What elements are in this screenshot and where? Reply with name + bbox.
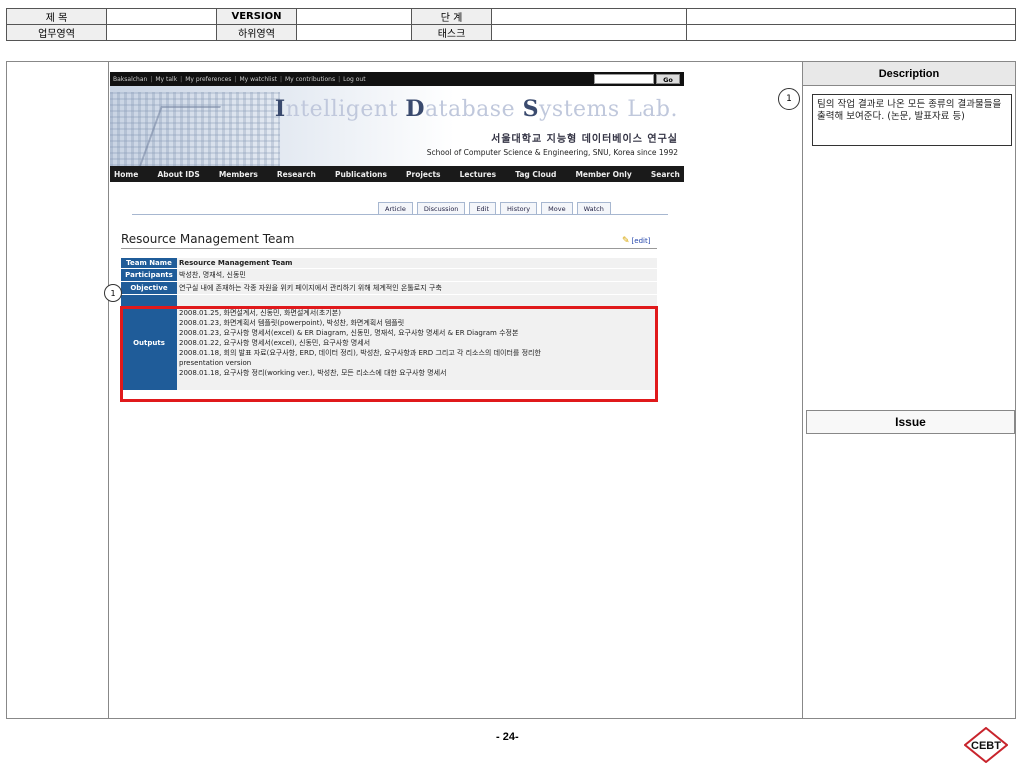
wiki-search-input[interactable]	[594, 74, 654, 84]
table-row: Participants 박성찬, 명재석, 신동민	[121, 268, 657, 282]
title-value	[106, 8, 217, 25]
wiki-go-button[interactable]: Go	[656, 74, 680, 84]
log-out-link[interactable]: Log out	[343, 76, 365, 83]
participants-key: Participants	[121, 268, 177, 282]
description-marker: 1	[778, 88, 800, 110]
objective-key: Objective	[121, 281, 177, 295]
page-title: Resource Management Team	[121, 232, 295, 246]
output-item: 2008.01.23, 화면계획서 템플릿(powerpoint), 박성찬, …	[179, 318, 405, 327]
edit-section-link[interactable]: ✎ [edit]	[622, 236, 650, 246]
output-item: 2008.01.25, 화면설계서, 신동민, 화면설계서(초기본)	[179, 308, 341, 317]
sub-area-value	[296, 24, 412, 41]
lab-english-subtitle: School of Computer Science & Engineering…	[426, 148, 678, 157]
wiki-screenshot: Baksalchan | My talk | My preferences | My …	[110, 72, 684, 412]
task-label: 태스크	[411, 24, 492, 41]
description-text: 팀의 작업 결과로 나온 모든 종류의 결과물들을 출력해 보여준다. (논문,…	[812, 94, 1012, 146]
objective-value: 연구실 내에 존재하는 각종 자원을 위키 페이지에서 관리하기 위해 체계적인…	[177, 281, 657, 295]
lab-banner: Intelligent Database Systems Lab. 서울대학교 …	[110, 86, 684, 166]
pencil-icon: ✎	[622, 236, 630, 246]
output-item: presentation version	[179, 358, 252, 367]
table-row: Team Name Resource Management Team	[121, 258, 657, 269]
nav-search[interactable]: Search	[651, 170, 680, 179]
business-area-label: 업무영역	[6, 24, 107, 41]
team-info-table: Team Name Resource Management Team Parti…	[121, 258, 657, 391]
nav-projects[interactable]: Projects	[406, 170, 441, 179]
table-row: Outputs 2008.01.25, 화면설계서, 신동민, 화면설계서(초기…	[121, 294, 657, 391]
my-talk-link[interactable]: My talk	[155, 76, 177, 83]
sub-area-label: 하위영역	[216, 24, 297, 41]
nav-members[interactable]: Members	[219, 170, 258, 179]
wiki-main-nav: Home About IDS Members Research Publicat…	[110, 166, 684, 182]
cebt-logo: CEBT	[964, 727, 1008, 763]
output-item: 2008.01.22, 요구사항 명세서(excel), 신동민, 요구사항 명…	[179, 338, 371, 347]
nav-member-only[interactable]: Member Only	[575, 170, 631, 179]
svg-text:CEBT: CEBT	[971, 740, 1001, 752]
doc-header-table: 제 목 VERSION 단 계 업무영역 하위영역 태스크	[6, 8, 1016, 41]
left-margin-column	[7, 62, 109, 718]
nav-lectures[interactable]: Lectures	[460, 170, 497, 179]
nav-research[interactable]: Research	[277, 170, 316, 179]
team-name-key: Team Name	[121, 258, 177, 269]
annotation-marker: 1	[104, 284, 122, 302]
description-column	[803, 62, 1015, 718]
description-header: Description	[803, 62, 1015, 86]
lab-title: Intelligent Database Systems Lab.	[274, 96, 678, 122]
output-item: 2008.01.18, 요구사항 정리(working ver.), 박성찬, …	[179, 368, 447, 377]
nav-publications[interactable]: Publications	[335, 170, 387, 179]
table-row: Objective 연구실 내에 존재하는 각종 자원을 위키 페이지에서 관리…	[121, 281, 657, 295]
output-item: 2008.01.18, 회의 발표 자료(요구사항, ERD, 데이터 정리),…	[179, 348, 541, 357]
my-contributions-link[interactable]: My contributions	[285, 76, 335, 83]
nav-about-ids[interactable]: About IDS	[157, 170, 199, 179]
nav-tag-cloud[interactable]: Tag Cloud	[515, 170, 556, 179]
outputs-key: Outputs	[121, 294, 177, 391]
task-value	[491, 24, 687, 41]
task-extra	[686, 24, 1016, 41]
annotation-column	[692, 62, 803, 718]
participants-value: 박성찬, 명재석, 신동민	[177, 268, 657, 282]
my-watchlist-link[interactable]: My watchlist	[239, 76, 277, 83]
user-link[interactable]: Baksalchan	[113, 76, 147, 83]
output-item: 2008.01.23, 요구사항 명세서(excel) & ER Diagram…	[179, 328, 519, 337]
tab-underline	[132, 214, 668, 215]
version-label: VERSION	[216, 8, 297, 25]
heading-divider	[121, 248, 657, 249]
business-area-value	[106, 24, 217, 41]
team-name-value: Resource Management Team	[177, 258, 657, 269]
page-number: - 24-	[496, 731, 519, 743]
lab-korean-name: 서울대학교 지능형 데이터베이스 연구실	[491, 134, 678, 145]
my-preferences-link[interactable]: My preferences	[185, 76, 231, 83]
stage-label: 단 계	[411, 8, 492, 25]
issue-header: Issue	[806, 410, 1015, 434]
outputs-value: 2008.01.25, 화면설계서, 신동민, 화면설계서(초기본) 2008.…	[177, 294, 657, 391]
stage-value	[491, 8, 687, 25]
version-value	[296, 8, 412, 25]
title-label: 제 목	[6, 8, 107, 25]
stage-extra	[686, 8, 1016, 25]
nav-home[interactable]: Home	[114, 170, 138, 179]
